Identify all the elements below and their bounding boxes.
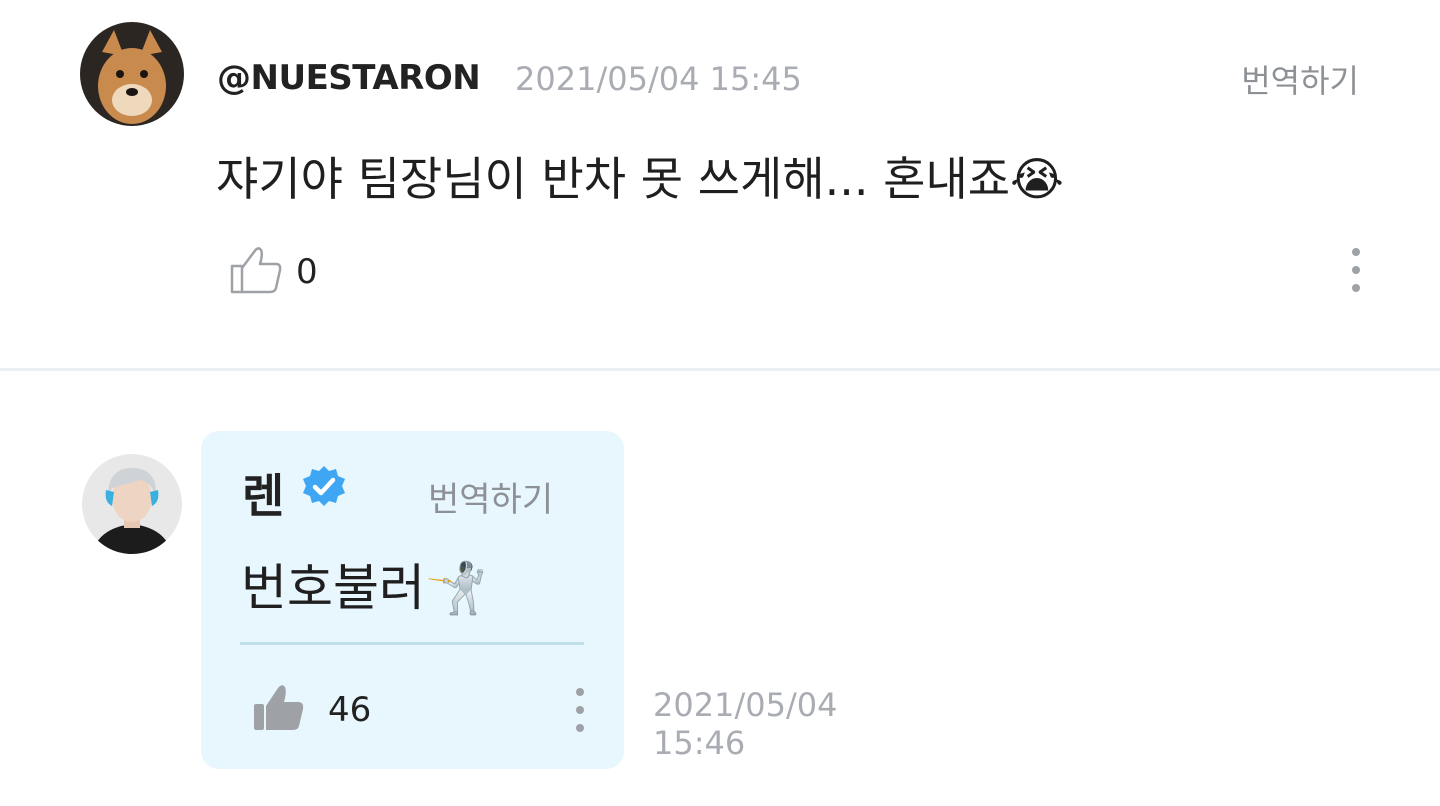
reply-timestamp-time: 15:46	[653, 724, 746, 762]
verified-badge	[300, 464, 348, 512]
reply-avatar[interactable]	[82, 454, 182, 554]
comment-timestamp: 2021/05/04 15:45	[515, 60, 802, 98]
reply-more-options-button[interactable]	[562, 684, 598, 736]
commenter-handle[interactable]: @NUESTARON	[217, 58, 481, 98]
thumbs-up-outline-icon	[230, 247, 282, 294]
comment-text: 쟈기야 팀장님이 반차 못 쓰게해... 혼내죠😭	[216, 152, 1064, 206]
reply-text: 번호불러🤺	[241, 559, 488, 617]
reply-timestamp: 2021/05/04 15:46	[653, 686, 893, 762]
artist-avatar	[82, 454, 182, 554]
verified-badge-icon	[303, 466, 345, 506]
like-button[interactable]	[228, 244, 284, 296]
reply-translate-button[interactable]: 번역하기	[428, 472, 553, 521]
like-count: 0	[296, 252, 318, 292]
reply-bubble-divider	[240, 642, 584, 645]
translate-button[interactable]: 번역하기	[1241, 56, 1359, 102]
reply-author-name[interactable]: 렌	[242, 460, 284, 526]
commenter-avatar[interactable]	[80, 22, 184, 126]
comment-divider	[0, 368, 1440, 371]
reply-like-button[interactable]	[252, 682, 306, 734]
reply-like-count: 46	[328, 690, 372, 730]
more-options-button[interactable]	[1338, 244, 1374, 296]
thumbs-up-filled-icon	[254, 685, 304, 730]
shiba-dog-avatar	[80, 22, 184, 126]
reply-timestamp-date: 2021/05/04	[653, 686, 838, 724]
